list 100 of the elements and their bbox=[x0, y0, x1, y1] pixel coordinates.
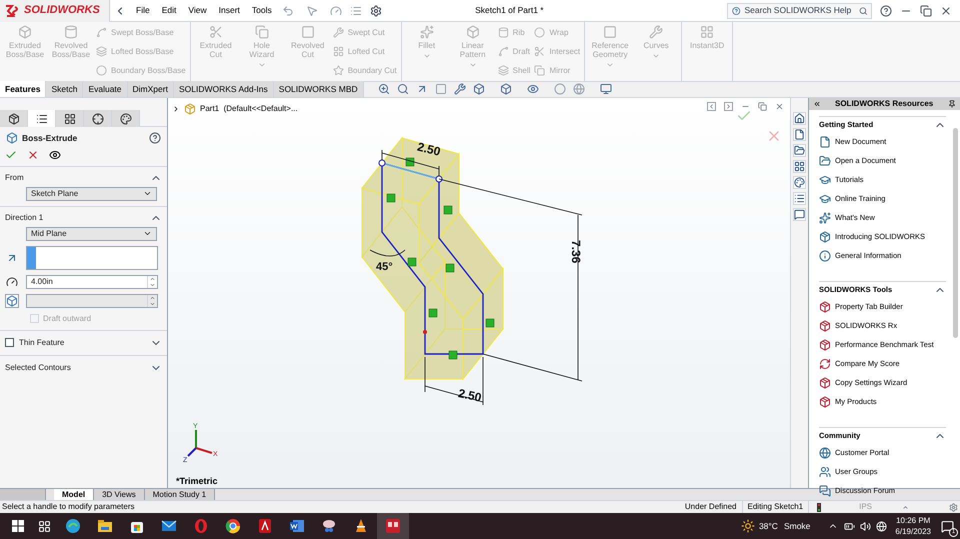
hide-show-icon[interactable] bbox=[526, 83, 539, 95]
end-condition-dropdown[interactable]: Mid Plane bbox=[26, 226, 157, 241]
command-tab[interactable]: SOLIDWORKS MBD bbox=[274, 81, 364, 97]
search-field[interactable]: Search SOLIDWORKS Help bbox=[727, 2, 872, 18]
command-icon bbox=[208, 25, 223, 39]
ok-icon[interactable] bbox=[5, 148, 17, 161]
dimension-label[interactable]: 2.50 bbox=[416, 140, 442, 159]
resource-icon bbox=[819, 320, 831, 332]
units-menu-icon[interactable] bbox=[902, 504, 909, 510]
search-icon[interactable] bbox=[858, 4, 867, 16]
network-icon[interactable] bbox=[876, 520, 888, 532]
section-heading: From bbox=[5, 172, 24, 184]
panel-tab[interactable] bbox=[56, 110, 84, 127]
bottom-tab[interactable]: 3D Views bbox=[94, 489, 145, 500]
clock-time[interactable]: 10:26 PM bbox=[896, 515, 930, 526]
command-tab[interactable]: Features bbox=[0, 81, 46, 97]
spin-up-icon[interactable] bbox=[149, 276, 156, 282]
taskbar-app-icon[interactable] bbox=[377, 513, 409, 539]
direction-field[interactable] bbox=[26, 246, 158, 270]
bottom-tab[interactable]: Motion Study 1 bbox=[144, 489, 216, 500]
logo-icon bbox=[4, 4, 20, 18]
panel-tab[interactable] bbox=[112, 110, 140, 127]
close-icon[interactable] bbox=[940, 4, 952, 16]
resource-icon bbox=[819, 446, 831, 458]
restore-icon[interactable] bbox=[758, 102, 767, 111]
tile-left-icon[interactable] bbox=[707, 102, 716, 111]
menu-item[interactable]: File bbox=[130, 4, 156, 17]
battery-icon[interactable] bbox=[844, 520, 856, 532]
menu-item[interactable]: Insert bbox=[212, 4, 246, 17]
spin-up-icon[interactable] bbox=[149, 294, 156, 301]
spin-down-icon[interactable] bbox=[149, 300, 156, 307]
tile-right-icon[interactable] bbox=[724, 102, 733, 111]
resource-icon bbox=[819, 358, 831, 370]
zoom-icon[interactable] bbox=[378, 83, 390, 95]
panel-tab[interactable] bbox=[84, 110, 112, 127]
draft-angle-field[interactable] bbox=[26, 294, 158, 308]
dimension-label[interactable]: 7.36 bbox=[569, 240, 583, 264]
scrollbar[interactable] bbox=[953, 128, 958, 338]
command-icon bbox=[498, 65, 509, 76]
help-icon[interactable] bbox=[880, 4, 892, 16]
resource-icon bbox=[819, 466, 831, 478]
command-icon bbox=[254, 25, 269, 39]
dimension-label[interactable]: 2.50 bbox=[456, 386, 483, 405]
close-icon[interactable] bbox=[775, 102, 784, 111]
task-pane-tab-icon[interactable] bbox=[793, 208, 806, 221]
panel-tab[interactable] bbox=[0, 110, 28, 127]
panel-title: Boss-Extrude bbox=[22, 132, 78, 145]
tree-item[interactable]: Part1 (Default<<Default>... bbox=[200, 103, 298, 115]
command-tab[interactable]: Sketch bbox=[46, 81, 84, 97]
command-icon bbox=[466, 25, 480, 39]
command-icon bbox=[498, 27, 509, 38]
collapse-icon[interactable] bbox=[813, 100, 821, 108]
volume-icon[interactable] bbox=[860, 520, 872, 532]
command-icon bbox=[96, 46, 107, 57]
undo-icon[interactable] bbox=[282, 4, 294, 16]
pane-header: SOLIDWORKS Resources bbox=[809, 98, 960, 110]
weather-icon bbox=[740, 519, 755, 533]
pin-icon[interactable] bbox=[948, 100, 956, 108]
bottom-tab[interactable]: Model bbox=[54, 489, 94, 500]
temperature: 38°C bbox=[758, 520, 778, 532]
section-heading: Direction 1 bbox=[5, 212, 44, 224]
menu-item[interactable]: Edit bbox=[156, 4, 182, 17]
menu-item[interactable]: Tools bbox=[246, 4, 278, 17]
expand-icon[interactable] bbox=[172, 105, 180, 113]
start-icon[interactable] bbox=[12, 520, 24, 532]
cancel-icon[interactable] bbox=[27, 148, 39, 161]
from-dropdown[interactable]: Sketch Plane bbox=[26, 186, 157, 201]
status-message: Select a handle to modify parameters bbox=[1, 501, 136, 513]
task-view-icon[interactable] bbox=[38, 520, 51, 532]
command-tab[interactable]: DimXpert bbox=[128, 81, 174, 97]
clock-date[interactable]: 6/19/2023 bbox=[895, 526, 931, 537]
task-pane-tab-icon[interactable] bbox=[793, 112, 806, 125]
display-style-icon[interactable] bbox=[500, 83, 512, 95]
depth-field[interactable]: 4.00in bbox=[26, 274, 158, 289]
command-tab[interactable]: SOLIDWORKS Add-Ins bbox=[174, 81, 274, 97]
checkbox[interactable] bbox=[5, 338, 14, 348]
section-heading: Selected Contours bbox=[5, 362, 71, 374]
select-icon[interactable] bbox=[306, 4, 318, 16]
command-icon bbox=[332, 65, 344, 76]
preview-icon[interactable] bbox=[49, 148, 61, 161]
view-orientation-icon[interactable] bbox=[472, 83, 485, 95]
settings-icon[interactable] bbox=[370, 4, 382, 16]
command-tab[interactable]: Evaluate bbox=[83, 81, 128, 97]
command-icon bbox=[534, 65, 546, 76]
display-settings-icon[interactable] bbox=[600, 83, 612, 95]
notifications-icon[interactable] bbox=[941, 520, 954, 532]
dimension-label[interactable]: 45° bbox=[376, 261, 393, 273]
restore-icon[interactable] bbox=[920, 4, 932, 16]
extrusion-preview-drawing[interactable] bbox=[361, 136, 504, 380]
zoom-area-icon[interactable] bbox=[396, 83, 409, 95]
spin-down-icon[interactable] bbox=[149, 282, 156, 288]
section-heading: Thin Feature bbox=[19, 336, 64, 349]
command-icon bbox=[96, 27, 107, 38]
menu-item[interactable]: View bbox=[182, 4, 213, 17]
draft-icon[interactable] bbox=[5, 294, 19, 308]
task-pane-tab-icon[interactable] bbox=[793, 176, 806, 189]
panel-tab[interactable] bbox=[28, 110, 56, 127]
help-icon[interactable] bbox=[149, 132, 161, 144]
command-icon bbox=[420, 25, 434, 39]
extrude-icon bbox=[6, 132, 18, 144]
